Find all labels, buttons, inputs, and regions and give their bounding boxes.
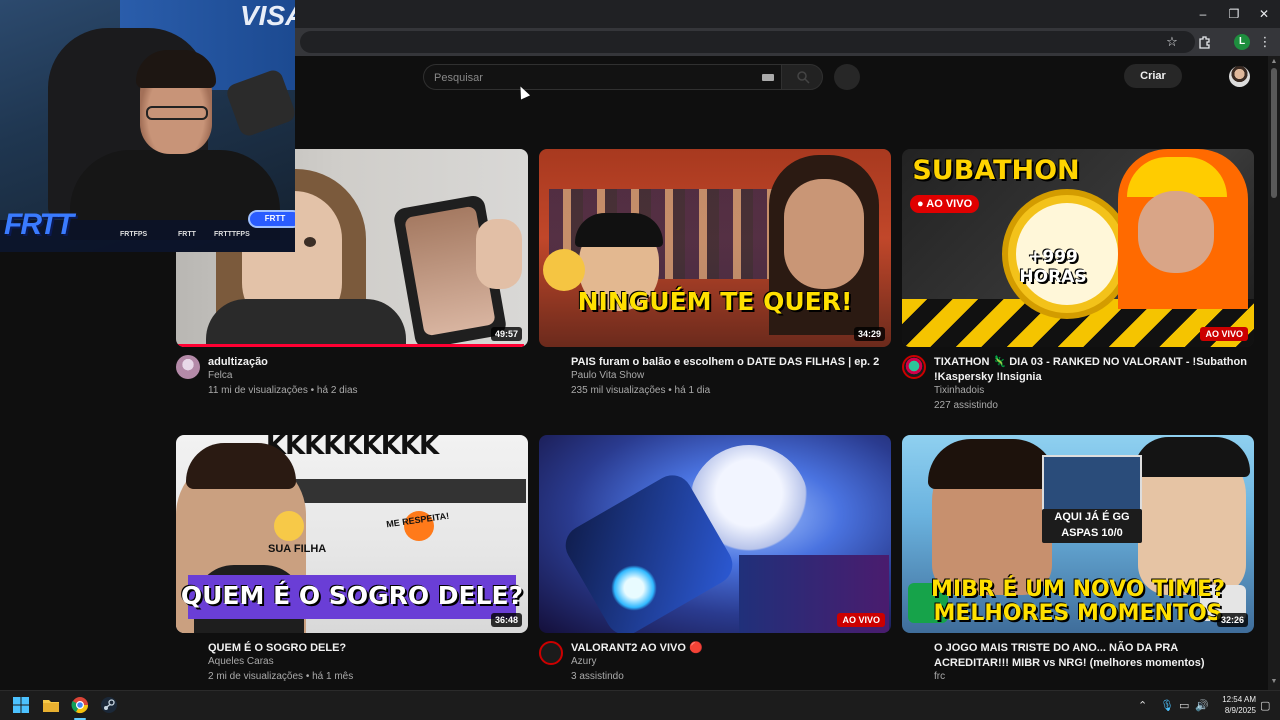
streamer-logo: FRTT bbox=[4, 208, 74, 241]
video-duration: 34:29 bbox=[853, 327, 885, 341]
search-box bbox=[423, 64, 781, 90]
notification-icon[interactable]: ▢ bbox=[1260, 699, 1270, 712]
video-stats: 11 mi de visualizações • há 2 dias bbox=[208, 385, 358, 396]
video-card[interactable]: AQUI JÁ É GG ASPAS 10/0 MIBR É UM NOVO T… bbox=[902, 435, 1254, 720]
volume-icon[interactable]: 🔊 bbox=[1195, 699, 1209, 712]
channel-name[interactable]: Azury bbox=[571, 656, 597, 667]
clock-date: 8/9/2025 bbox=[1224, 706, 1256, 715]
video-thumbnail[interactable]: AQUI JÁ É GG ASPAS 10/0 MIBR É UM NOVO T… bbox=[902, 435, 1254, 633]
streamer-tag: FRTT bbox=[248, 210, 295, 228]
video-duration: 32:26 bbox=[1216, 613, 1248, 627]
video-stats: 3 assistindo bbox=[571, 671, 624, 682]
thumbnail-live-pill: ● AO VIVO bbox=[910, 195, 980, 213]
tray-overflow-icon[interactable]: ⌃ bbox=[1138, 699, 1147, 712]
video-title[interactable]: QUEM É O SOGRO DELE? bbox=[208, 641, 526, 656]
video-stats: 235 mil visualizações • há 1 dia bbox=[571, 385, 711, 396]
thumbnail-text: MIBR É UM NOVO TIME? bbox=[931, 577, 1225, 602]
video-title[interactable]: TIXATHON 🦎 DIA 03 - RANKED NO VALORANT -… bbox=[934, 355, 1252, 385]
thumbnail-label: SUA FILHA bbox=[268, 543, 327, 555]
scrollbar-thumb[interactable] bbox=[1271, 68, 1277, 198]
user-avatar[interactable] bbox=[1229, 66, 1250, 87]
video-card[interactable]: SUBATHON ● AO VIVO +999 HORAS AO VIVO TI… bbox=[902, 149, 1254, 445]
video-stats: 2 mi de visualizações • há 1 mês bbox=[208, 671, 354, 682]
social-handle: FRTFPS bbox=[120, 231, 148, 238]
address-bar[interactable] bbox=[300, 31, 1195, 53]
video-meta: adultização Felca 11 mi de visualizações… bbox=[176, 355, 528, 445]
bookmark-star-icon[interactable]: ☆ bbox=[1163, 33, 1181, 51]
minimize-button[interactable]: – bbox=[1188, 4, 1218, 24]
voice-search-button[interactable] bbox=[834, 64, 860, 90]
glasses-icon bbox=[146, 106, 208, 120]
steam-icon[interactable] bbox=[100, 696, 120, 716]
browser-menu-icon[interactable]: ⋮ bbox=[1256, 33, 1274, 51]
video-thumbnail[interactable]: NINGUÉM TE QUER! 34:29 bbox=[539, 149, 891, 347]
channel-name[interactable]: Tixinhadois bbox=[934, 385, 984, 396]
video-title[interactable]: adultização bbox=[208, 355, 526, 370]
close-window-button[interactable]: ✕ bbox=[1249, 4, 1279, 24]
sponsor-banner-text: VISA bbox=[240, 0, 295, 31]
video-thumbnail[interactable]: AO VIVO bbox=[539, 435, 891, 633]
thumbnail-text: QUEM É O SOGRO DELE? bbox=[180, 581, 524, 610]
scroll-down-icon[interactable]: ▼ bbox=[1270, 678, 1278, 685]
channel-avatar[interactable] bbox=[539, 641, 563, 665]
webcam-overlay: VISA FRTT FRTFPS FRTT FRTTTFPS FRTT bbox=[0, 0, 295, 252]
watch-progress-bar bbox=[176, 344, 525, 347]
social-handle: FRTTTFPS bbox=[214, 231, 250, 238]
chrome-icon[interactable] bbox=[71, 696, 91, 716]
microphone-tray-icon[interactable]: 🎙 bbox=[1160, 699, 1174, 712]
keyboard-icon[interactable] bbox=[762, 74, 774, 81]
live-badge: AO VIVO bbox=[1200, 327, 1248, 341]
thumbnail-tag: AQUI JÁ É GG ASPAS 10/0 bbox=[1054, 511, 1130, 539]
video-card[interactable]: AO VIVO VALORANT2 AO VIVO 🔴 Azury 3 assi… bbox=[539, 435, 891, 720]
search-icon bbox=[797, 71, 810, 84]
channel-name[interactable]: Felca bbox=[208, 370, 232, 381]
video-title[interactable]: PAIS furam o balão e escolhem o DATE DAS… bbox=[571, 355, 889, 370]
thumbnail-text: NINGUÉM TE QUER! bbox=[577, 287, 853, 316]
video-duration: 36:48 bbox=[490, 613, 522, 627]
video-thumbnail[interactable]: KKKKKKKKK SUA FILHA ME RESPEITA! QUEM É … bbox=[176, 435, 528, 633]
page-scrollbar[interactable]: ▲ ▼ bbox=[1268, 56, 1280, 690]
thumbnail-hours: +999 HORAS bbox=[1019, 247, 1087, 287]
system-clock[interactable]: 12:54 AM 8/9/2025 bbox=[1212, 694, 1256, 716]
extensions-icon[interactable] bbox=[1196, 33, 1214, 51]
search-input[interactable] bbox=[434, 70, 734, 86]
channel-avatar[interactable] bbox=[176, 355, 200, 379]
clock-time: 12:54 AM bbox=[1222, 695, 1256, 704]
channel-name[interactable]: Aqueles Caras bbox=[208, 656, 274, 667]
channel-avatar[interactable] bbox=[902, 355, 926, 379]
windows-start-icon[interactable] bbox=[12, 696, 32, 716]
scroll-up-icon[interactable]: ▲ bbox=[1270, 58, 1278, 65]
maximize-button[interactable]: ❐ bbox=[1219, 4, 1249, 24]
video-title[interactable]: VALORANT2 AO VIVO 🔴 bbox=[571, 641, 889, 656]
thumbnail-text: SUBATHON bbox=[912, 155, 1080, 186]
channel-name[interactable]: frc bbox=[934, 671, 945, 682]
network-icon[interactable]: ▭ bbox=[1179, 699, 1189, 712]
create-button[interactable]: Criar bbox=[1124, 64, 1182, 88]
social-handle: FRTT bbox=[178, 231, 196, 238]
video-meta: TIXATHON 🦎 DIA 03 - RANKED NO VALORANT -… bbox=[902, 355, 1254, 445]
video-card[interactable]: KKKKKKKKK SUA FILHA ME RESPEITA! QUEM É … bbox=[176, 435, 528, 720]
browser-profile-avatar[interactable]: L bbox=[1234, 34, 1250, 50]
video-thumbnail[interactable]: SUBATHON ● AO VIVO +999 HORAS AO VIVO bbox=[902, 149, 1254, 347]
file-explorer-icon[interactable] bbox=[42, 696, 62, 716]
search-button[interactable] bbox=[781, 64, 823, 90]
video-duration: 49:57 bbox=[490, 327, 522, 341]
video-stats: 227 assistindo bbox=[934, 400, 998, 411]
windows-taskbar: ⌃ 🎙 ▭ 🔊 12:54 AM 8/9/2025 ▢ bbox=[0, 690, 1280, 720]
thumbnail-text: MELHORES MOMENTOS bbox=[933, 601, 1223, 626]
live-badge: AO VIVO bbox=[837, 613, 885, 627]
video-meta: PAIS furam o balão e escolhem o DATE DAS… bbox=[539, 355, 891, 445]
video-card[interactable]: NINGUÉM TE QUER! 34:29 PAIS furam o balã… bbox=[539, 149, 891, 445]
channel-name[interactable]: Paulo Vita Show bbox=[571, 370, 644, 381]
video-title[interactable]: O JOGO MAIS TRISTE DO ANO... NÃO DA PRA … bbox=[934, 641, 1252, 671]
